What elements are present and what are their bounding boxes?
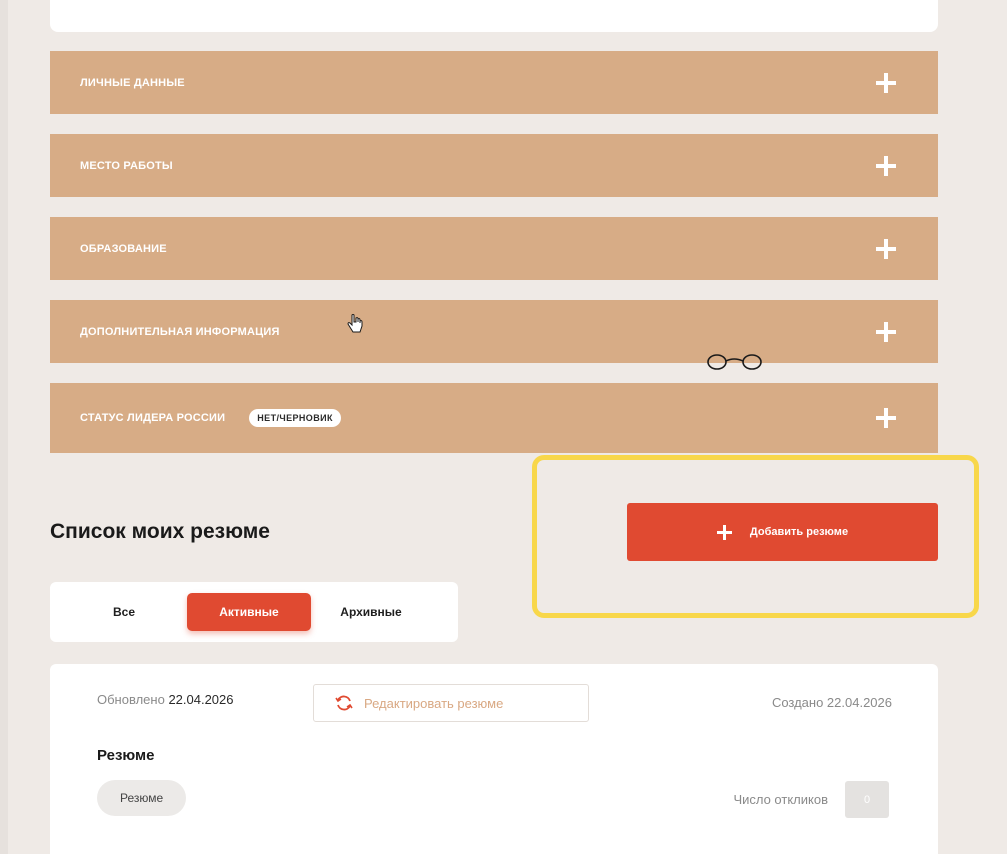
- plus-icon[interactable]: [876, 321, 896, 342]
- updated-date: 22.04.2026: [168, 692, 234, 707]
- accordion-label: СТАТУС ЛИДЕРА РОССИИ: [80, 412, 226, 424]
- resume-tag-chip: Резюме: [97, 780, 187, 816]
- plus-icon[interactable]: [876, 238, 896, 259]
- resume-filter-tabs: Все Активные Архивные: [50, 582, 458, 642]
- glasses-icon: [707, 354, 762, 370]
- plus-icon[interactable]: [876, 408, 896, 428]
- plus-icon[interactable]: [876, 72, 896, 93]
- accordion-label: МЕСТО РАБОТЫ: [80, 159, 173, 172]
- edit-resume-button[interactable]: Редактировать резюме: [313, 684, 589, 722]
- tab-archive[interactable]: Архивные: [316, 593, 426, 631]
- accordion-additional-info[interactable]: ДОПОЛНИТЕЛЬНАЯ ИНФОРМАЦИЯ: [50, 300, 938, 363]
- updated-info: Обновлено 22.04.2026: [97, 692, 234, 707]
- refresh-icon: [335, 695, 353, 711]
- accordion-label: ДОПОЛНИТЕЛЬНАЯ ИНФОРМАЦИЯ: [80, 325, 280, 338]
- accordion-label: ЛИЧНЫЕ ДАННЫЕ: [80, 76, 185, 89]
- tab-all[interactable]: Все: [94, 593, 154, 631]
- accordion-workplace[interactable]: МЕСТО РАБОТЫ: [50, 134, 938, 197]
- page-title: Список моих резюме: [50, 520, 270, 543]
- accordion-label: ОБРАЗОВАНИЕ: [80, 242, 167, 255]
- status-badge: НЕТ/ЧЕРНОВИК: [249, 409, 341, 427]
- add-resume-label: Добавить резюме: [749, 526, 849, 538]
- responses-label: Число откликов: [733, 792, 828, 807]
- top-card: [50, 0, 938, 32]
- updated-label: Обновлено: [97, 692, 165, 707]
- add-resume-button[interactable]: Добавить резюме: [627, 503, 938, 561]
- plus-icon[interactable]: [876, 155, 896, 176]
- hand-cursor-icon: [347, 314, 363, 333]
- accordion-personal-data[interactable]: ЛИЧНЫЕ ДАННЫЕ: [50, 51, 938, 114]
- tab-active[interactable]: Активные: [187, 593, 311, 631]
- edit-resume-label: Редактировать резюме: [364, 695, 504, 711]
- accordion-leader-status[interactable]: СТАТУС ЛИДЕРА РОССИИ НЕТ/ЧЕРНОВИК: [50, 383, 938, 453]
- responses-count: 0: [845, 781, 889, 818]
- created-date: Создано 22.04.2026: [771, 695, 892, 710]
- accordion-education[interactable]: ОБРАЗОВАНИЕ: [50, 217, 938, 280]
- left-edge: [0, 0, 8, 854]
- resume-card: Обновлено 22.04.2026 Редактировать резюм…: [50, 664, 938, 854]
- resume-title: Резюме: [97, 747, 155, 764]
- plus-icon: [716, 524, 732, 540]
